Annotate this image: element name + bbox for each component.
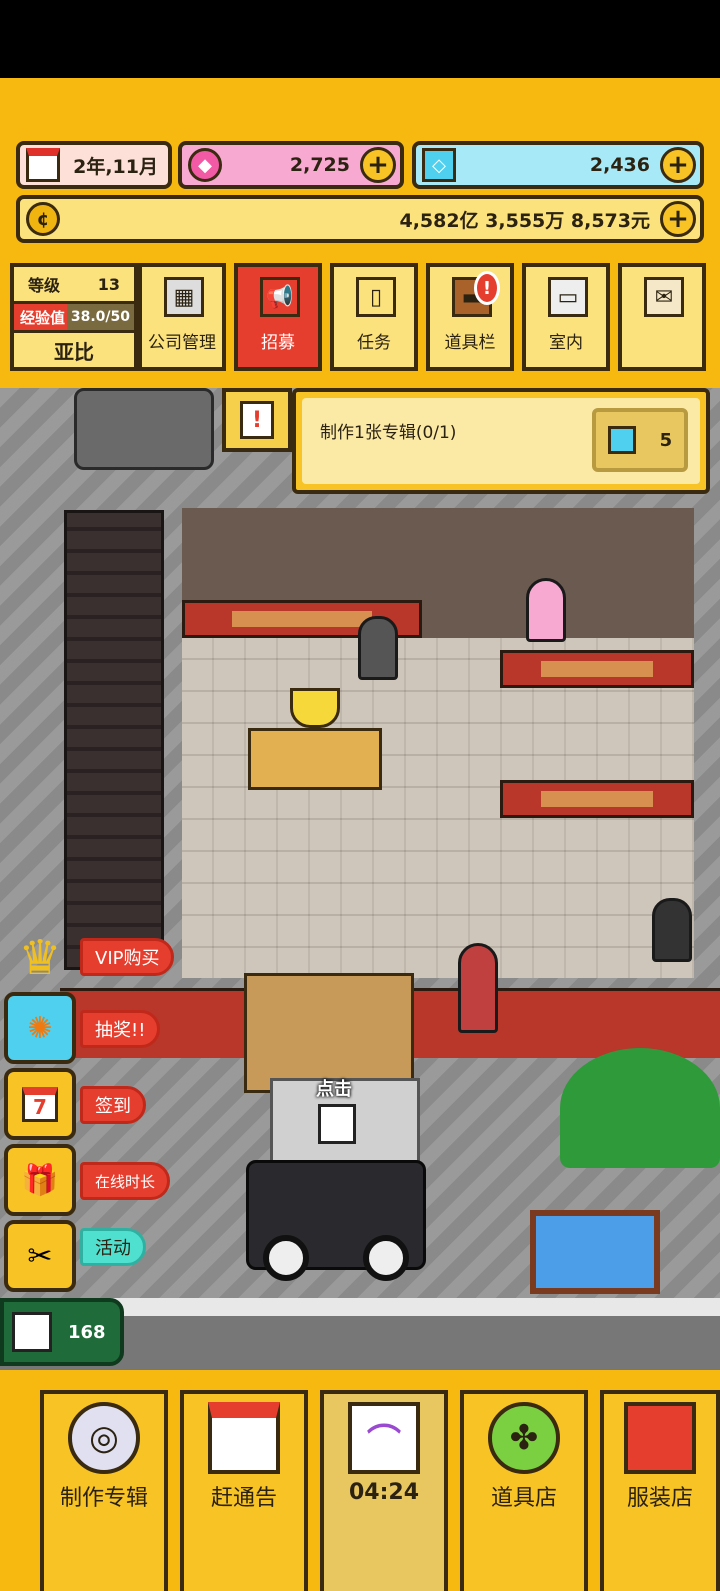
make-album-button[interactable]: ◎ 制作专辑 <box>40 1390 168 1591</box>
tasks-button[interactable]: ▯ 任务 <box>330 263 418 371</box>
menu-label: 公司管理 <box>148 333 216 353</box>
level-value: 13 <box>97 274 120 294</box>
clothing-shop-button[interactable]: 服装店 <box>600 1390 720 1591</box>
add-diamonds-button[interactable]: + <box>660 147 696 183</box>
vip-crown-button[interactable]: ♛ <box>4 922 76 994</box>
quest-panel[interactable]: ! 制作1张专辑(0/1) 5 <box>222 388 710 494</box>
diamond-icon <box>607 426 636 454</box>
paint-roller-icon: ▭ <box>548 277 588 317</box>
notification-badge: ! <box>474 271 500 305</box>
coin-icon: ¢ <box>26 202 60 236</box>
quest-reward[interactable]: 5 <box>592 408 688 472</box>
exp-label: 经验值 <box>20 308 66 327</box>
gem-counter: ◆ 2,725 + <box>178 141 404 189</box>
billboard-sign <box>530 1210 660 1294</box>
online-time-label[interactable]: 在线时长 <box>80 1162 171 1200</box>
menu-label: 任务 <box>357 333 391 353</box>
tap-hint: 点击 <box>316 1079 352 1100</box>
exp-value: 38.0/50 <box>66 304 134 330</box>
gem-value: 2,725 <box>289 154 350 176</box>
lottery-wheel-icon: ✺ <box>27 1010 53 1046</box>
building-left <box>64 510 164 970</box>
desk-counter <box>500 780 694 818</box>
dog-counter[interactable]: 168 <box>0 1298 124 1366</box>
timer-value: 04:24 <box>348 1480 420 1505</box>
date-display: 2年,11月 <box>16 141 172 189</box>
diamond-icon: ◇ <box>422 148 456 182</box>
quest-icon[interactable]: ! <box>222 388 292 452</box>
bottom-label: 服装店 <box>626 1486 693 1511</box>
black-van <box>246 1160 426 1281</box>
staff-character[interactable] <box>358 616 398 680</box>
lottery-button[interactable]: ✺ <box>4 992 76 1064</box>
shirt-icon <box>624 1402 696 1474</box>
game-scene[interactable] <box>0 388 720 1373</box>
schedule-button[interactable]: 赶通告 <box>180 1390 308 1591</box>
idol-character[interactable] <box>526 578 566 642</box>
cd-icon: ◎ <box>68 1402 140 1474</box>
diamond-counter: ◇ 2,436 + <box>412 141 704 189</box>
mail-hammer-icon: ✉ <box>644 277 684 317</box>
company-management-button[interactable]: ▦ 公司管理 <box>138 263 226 371</box>
online-time-button[interactable]: 🎁 <box>4 1144 76 1216</box>
quest-text: 制作1张专辑(0/1) <box>320 423 457 443</box>
megaphone-icon: 📢 <box>260 277 300 317</box>
inventory-button[interactable]: ▬ ! 道具栏 <box>426 263 514 371</box>
item-shop-button[interactable]: ✤ 道具店 <box>460 1390 588 1591</box>
tap-dog-icon[interactable] <box>318 1104 356 1144</box>
dog-count: 168 <box>68 1321 106 1343</box>
menu-label: 室内 <box>549 333 583 353</box>
add-money-button[interactable]: + <box>660 201 696 237</box>
dog-icon <box>12 1312 52 1352</box>
rainbow-icon: ⌒ <box>348 1402 420 1474</box>
bottom-label: 道具店 <box>490 1486 557 1511</box>
exclamation-icon: ! <box>240 401 274 439</box>
scissors-icon: ✂ <box>27 1238 53 1274</box>
event-label[interactable]: 活动 <box>80 1228 146 1266</box>
money-value: 4,582亿 3,555万 8,573元 <box>399 209 650 232</box>
scroll-icon: ▯ <box>356 277 396 317</box>
gift-icon: 🎁 <box>21 1162 59 1198</box>
building-icon: ▦ <box>164 277 204 317</box>
recruit-button[interactable]: 📢 招募 <box>234 263 322 371</box>
clover-icon: ✤ <box>488 1402 560 1474</box>
menu-label: 招募 <box>261 333 295 353</box>
desk-counter <box>500 650 694 688</box>
reward-amount: 5 <box>659 429 673 451</box>
calendar-icon <box>208 1402 280 1474</box>
calendar-icon: 7 <box>22 1086 58 1122</box>
checkin-button[interactable]: 7 <box>4 1068 76 1140</box>
trophy-icon <box>290 688 340 728</box>
gem-icon: ◆ <box>188 148 222 182</box>
event-button[interactable]: ✂ <box>4 1220 76 1292</box>
player-level-panel[interactable]: 等级 13 经验值 38.0/50 亚比 <box>10 263 138 371</box>
calendar-icon <box>26 148 60 182</box>
bottom-label: 赶通告 <box>210 1486 277 1511</box>
interior-button[interactable]: ▭ 室内 <box>522 263 610 371</box>
bush <box>560 1048 720 1168</box>
parked-car <box>74 388 214 470</box>
timer-button[interactable]: ⌒ 04:24 <box>320 1390 448 1591</box>
date-value: 2年,11月 <box>73 155 158 178</box>
quest-card[interactable]: 制作1张专辑(0/1) 5 <box>292 388 710 494</box>
guard-character[interactable] <box>652 898 692 962</box>
player-character[interactable] <box>458 943 498 1033</box>
menu-label: 道具栏 <box>444 333 496 353</box>
status-bar <box>0 0 720 78</box>
exp-bar: 经验值 38.0/50 <box>14 301 134 333</box>
vip-purchase-label[interactable]: VIP购买 <box>80 938 175 976</box>
crown-icon: ♛ <box>18 930 62 986</box>
add-gems-button[interactable]: + <box>360 147 396 183</box>
checkin-label[interactable]: 签到 <box>80 1086 146 1124</box>
trophy-table <box>248 728 382 790</box>
bottom-label: 制作专辑 <box>59 1486 148 1511</box>
money-counter: ¢ 4,582亿 3,555万 8,573元 + <box>16 195 704 243</box>
mail-button[interactable]: ✉ <box>618 263 706 371</box>
player-name: 亚比 <box>54 339 94 364</box>
lottery-label[interactable]: 抽奖!! <box>80 1010 161 1048</box>
level-label: 等级 <box>28 276 61 295</box>
diamond-value: 2,436 <box>589 154 650 176</box>
